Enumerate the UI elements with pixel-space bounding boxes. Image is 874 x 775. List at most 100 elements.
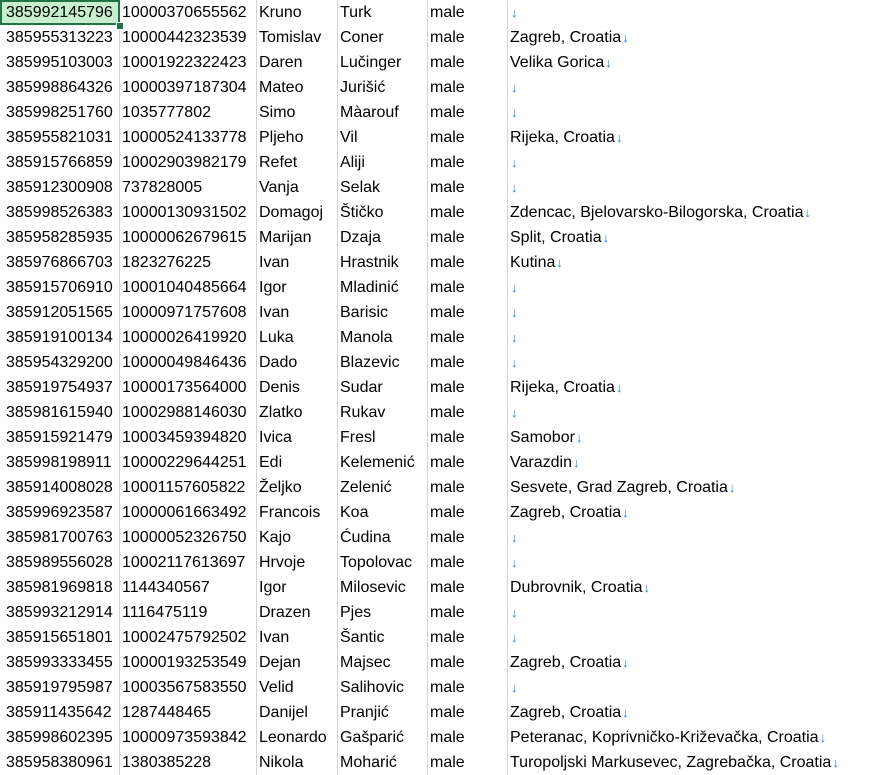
- id-cell[interactable]: 1116475119: [120, 600, 257, 625]
- location-cell[interactable]: ↓: [508, 600, 874, 625]
- gender-cell[interactable]: male: [428, 600, 508, 625]
- last-name-cell[interactable]: Rukav: [338, 400, 428, 425]
- location-cell[interactable]: ↓: [508, 525, 874, 550]
- last-name-cell[interactable]: Majsec: [338, 650, 428, 675]
- id-cell[interactable]: 10000026419920: [120, 325, 257, 350]
- phone-cell[interactable]: 385998864326: [0, 75, 120, 100]
- phone-cell[interactable]: 385958380961: [0, 750, 120, 775]
- id-cell[interactable]: 10000229644251: [120, 450, 257, 475]
- last-name-cell[interactable]: Moharić: [338, 750, 428, 775]
- gender-cell[interactable]: male: [428, 400, 508, 425]
- id-cell[interactable]: 10001157605822: [120, 475, 257, 500]
- last-name-cell[interactable]: Aliji: [338, 150, 428, 175]
- phone-cell[interactable]: 385981700763: [0, 525, 120, 550]
- last-name-cell[interactable]: Salihovic: [338, 675, 428, 700]
- last-name-cell[interactable]: Mladinić: [338, 275, 428, 300]
- gender-cell[interactable]: male: [428, 575, 508, 600]
- last-name-cell[interactable]: Milosevic: [338, 575, 428, 600]
- location-cell[interactable]: Varazdin↓: [508, 450, 874, 475]
- phone-cell[interactable]: 385919754937: [0, 375, 120, 400]
- location-cell[interactable]: ↓: [508, 325, 874, 350]
- gender-cell[interactable]: male: [428, 275, 508, 300]
- location-cell[interactable]: ↓: [508, 300, 874, 325]
- last-name-cell[interactable]: Gašparić: [338, 725, 428, 750]
- first-name-cell[interactable]: Luka: [257, 325, 338, 350]
- location-cell[interactable]: ↓: [508, 350, 874, 375]
- location-cell[interactable]: Peteranac, Koprivničko-Križevačka, Croat…: [508, 725, 874, 750]
- last-name-cell[interactable]: Selak: [338, 175, 428, 200]
- id-cell[interactable]: 737828005: [120, 175, 257, 200]
- first-name-cell[interactable]: Edi: [257, 450, 338, 475]
- id-cell[interactable]: 10000524133778: [120, 125, 257, 150]
- phone-cell[interactable]: 385995103003: [0, 50, 120, 75]
- gender-cell[interactable]: male: [428, 25, 508, 50]
- gender-cell[interactable]: male: [428, 375, 508, 400]
- id-cell[interactable]: 10003567583550: [120, 675, 257, 700]
- id-cell[interactable]: 10000173564000: [120, 375, 257, 400]
- location-cell[interactable]: ↓: [508, 550, 874, 575]
- phone-cell[interactable]: 385993212914: [0, 600, 120, 625]
- gender-cell[interactable]: male: [428, 525, 508, 550]
- gender-cell[interactable]: male: [428, 500, 508, 525]
- first-name-cell[interactable]: Tomislav: [257, 25, 338, 50]
- last-name-cell[interactable]: Jurišić: [338, 75, 428, 100]
- last-name-cell[interactable]: Lučinger: [338, 50, 428, 75]
- gender-cell[interactable]: male: [428, 250, 508, 275]
- phone-cell[interactable]: 385955821031: [0, 125, 120, 150]
- location-cell[interactable]: ↓: [508, 0, 874, 25]
- first-name-cell[interactable]: Francois: [257, 500, 338, 525]
- first-name-cell[interactable]: Denis: [257, 375, 338, 400]
- location-cell[interactable]: ↓: [508, 400, 874, 425]
- last-name-cell[interactable]: Štičko: [338, 200, 428, 225]
- last-name-cell[interactable]: Coner: [338, 25, 428, 50]
- phone-cell[interactable]: 385981969818: [0, 575, 120, 600]
- id-cell[interactable]: 1144340567: [120, 575, 257, 600]
- first-name-cell[interactable]: Daren: [257, 50, 338, 75]
- first-name-cell[interactable]: Željko: [257, 475, 338, 500]
- id-cell[interactable]: 10002903982179: [120, 150, 257, 175]
- phone-cell[interactable]: 385919100134: [0, 325, 120, 350]
- gender-cell[interactable]: male: [428, 125, 508, 150]
- first-name-cell[interactable]: Domagoj: [257, 200, 338, 225]
- location-cell[interactable]: Dubrovnik, Croatia↓: [508, 575, 874, 600]
- phone-cell[interactable]: 385998602395: [0, 725, 120, 750]
- first-name-cell[interactable]: Marijan: [257, 225, 338, 250]
- location-cell[interactable]: Kutina↓: [508, 250, 874, 275]
- last-name-cell[interactable]: Blazevic: [338, 350, 428, 375]
- gender-cell[interactable]: male: [428, 450, 508, 475]
- last-name-cell[interactable]: Màarouf: [338, 100, 428, 125]
- last-name-cell[interactable]: Ćudina: [338, 525, 428, 550]
- id-cell[interactable]: 10001040485664: [120, 275, 257, 300]
- gender-cell[interactable]: male: [428, 75, 508, 100]
- location-cell[interactable]: Sesvete, Grad Zagreb, Croatia↓: [508, 475, 874, 500]
- first-name-cell[interactable]: Refet: [257, 150, 338, 175]
- phone-cell[interactable]: 385912300908: [0, 175, 120, 200]
- first-name-cell[interactable]: Ivica: [257, 425, 338, 450]
- location-cell[interactable]: Split, Croatia↓: [508, 225, 874, 250]
- gender-cell[interactable]: male: [428, 350, 508, 375]
- last-name-cell[interactable]: Turk: [338, 0, 428, 25]
- location-cell[interactable]: ↓: [508, 625, 874, 650]
- first-name-cell[interactable]: Leonardo: [257, 725, 338, 750]
- location-cell[interactable]: ↓: [508, 675, 874, 700]
- gender-cell[interactable]: male: [428, 725, 508, 750]
- id-cell[interactable]: 10003459394820: [120, 425, 257, 450]
- id-cell[interactable]: 1035777802: [120, 100, 257, 125]
- first-name-cell[interactable]: Velid: [257, 675, 338, 700]
- gender-cell[interactable]: male: [428, 150, 508, 175]
- location-cell[interactable]: Zdencac, Bjelovarsko-Bilogorska, Croatia…: [508, 200, 874, 225]
- phone-cell[interactable]: 385954329200: [0, 350, 120, 375]
- first-name-cell[interactable]: Hrvoje: [257, 550, 338, 575]
- id-cell[interactable]: 10000442323539: [120, 25, 257, 50]
- id-cell[interactable]: 10000971757608: [120, 300, 257, 325]
- phone-cell[interactable]: 385998198911: [0, 450, 120, 475]
- first-name-cell[interactable]: Igor: [257, 275, 338, 300]
- gender-cell[interactable]: male: [428, 425, 508, 450]
- gender-cell[interactable]: male: [428, 300, 508, 325]
- id-cell[interactable]: 10000193253549: [120, 650, 257, 675]
- gender-cell[interactable]: male: [428, 650, 508, 675]
- last-name-cell[interactable]: Koa: [338, 500, 428, 525]
- location-cell[interactable]: ↓: [508, 75, 874, 100]
- gender-cell[interactable]: male: [428, 175, 508, 200]
- id-cell[interactable]: 10000130931502: [120, 200, 257, 225]
